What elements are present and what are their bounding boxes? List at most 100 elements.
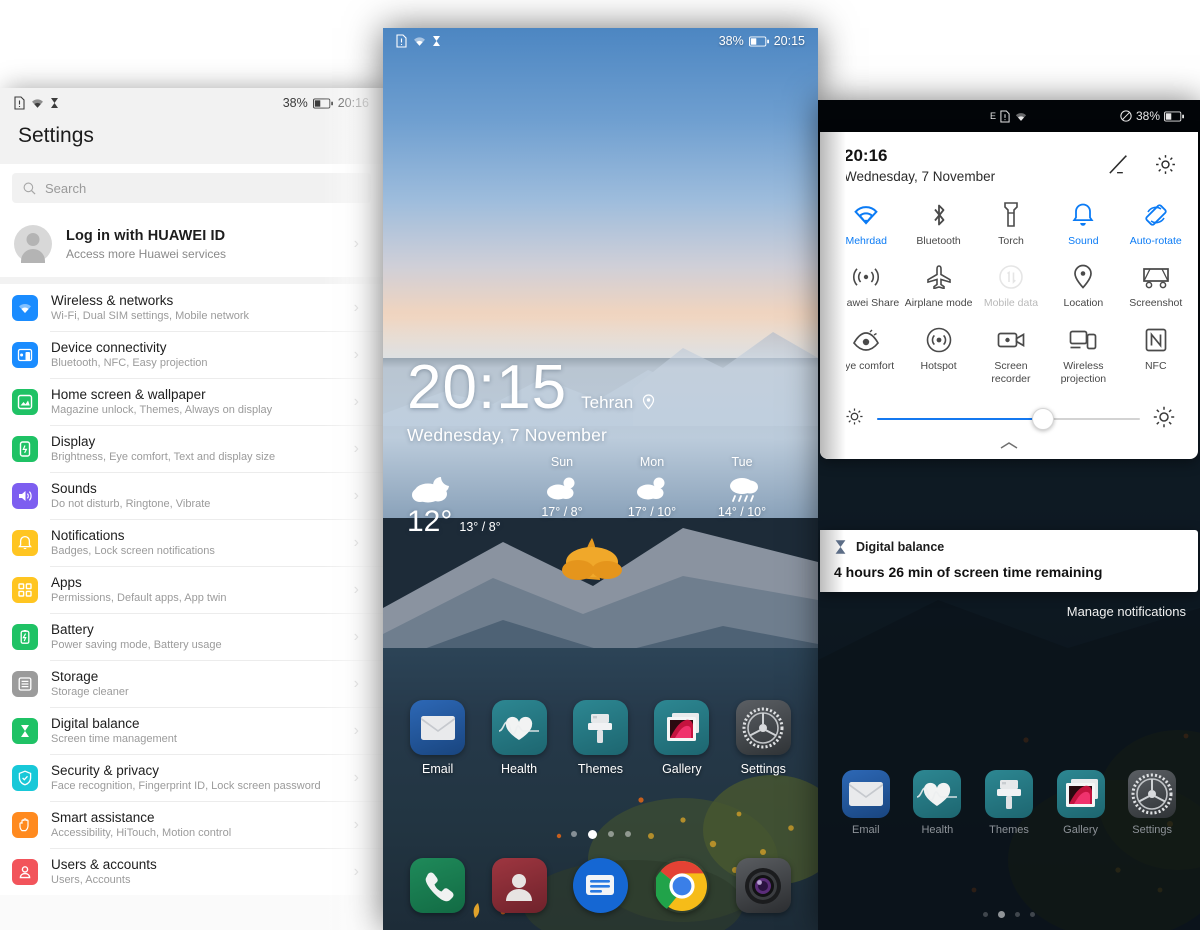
page-dot[interactable]: [983, 912, 988, 917]
search-input[interactable]: Search: [12, 173, 371, 203]
chevron-right-icon: ›: [353, 298, 359, 316]
gear-icon[interactable]: [1153, 152, 1178, 182]
qs-toggle-bluetooth[interactable]: Bluetooth: [902, 194, 974, 257]
page-dot[interactable]: [587, 829, 597, 839]
qs-toggle-wireless-projection[interactable]: Wireless projection: [1047, 319, 1119, 395]
display-icon: [12, 435, 38, 462]
qs-toggle-huawei-share[interactable]: Huawei Share: [830, 256, 902, 319]
page-dot[interactable]: [624, 831, 631, 837]
qs-page-indicator[interactable]: [818, 911, 1200, 918]
clock-time: 20 : 15 Tehran: [407, 357, 655, 418]
email-icon: [841, 770, 890, 818]
app-icon-messages[interactable]: [564, 858, 636, 913]
app-icon-health[interactable]: Health: [905, 770, 969, 836]
page-dot[interactable]: [1030, 912, 1035, 917]
wireless-projection-icon: [1049, 326, 1117, 354]
home-app-row: Email Health Themes Gallery Settings: [383, 700, 818, 776]
qs-toggle-mobile-data[interactable]: Mobile data: [975, 256, 1047, 319]
weather-current-temp: 12°: [407, 505, 453, 538]
weather-widget[interactable]: 12° 13° / 8° Sun 17° / 8° Mon 17° / 10° Tue 1…: [407, 455, 787, 539]
email-icon: [410, 700, 466, 755]
settings-row-text: Device connectivity Bluetooth, NFC, Easy …: [51, 340, 208, 369]
page-dot[interactable]: [1015, 912, 1020, 917]
expand-handle[interactable]: [820, 438, 1198, 453]
app-icon-email[interactable]: Email: [402, 700, 474, 776]
settings-row-subtitle: Do not disturb, Ringtone, Vibrate: [51, 498, 211, 510]
app-icon-gallery[interactable]: Gallery: [1049, 770, 1113, 836]
screenshot-root: 38% 20:16 Settings Search Log in with HU…: [0, 0, 1200, 930]
forecast-range: 14° / 10°: [717, 505, 767, 519]
settings-row-users-accounts[interactable]: Users & accounts Users, Accounts ›: [0, 848, 383, 895]
qs-toggle-location[interactable]: Location: [1047, 256, 1119, 319]
search-icon: [23, 182, 36, 194]
page-dot[interactable]: [607, 831, 614, 837]
chevron-right-icon: ›: [353, 815, 359, 833]
app-label: Themes: [577, 762, 624, 776]
settings-row-wireless-networks[interactable]: Wireless & networks Wi-Fi, Dual SIM setti…: [0, 284, 383, 331]
app-icon-camera[interactable]: [727, 858, 799, 913]
partly-cloudy-icon: [607, 471, 697, 505]
settings-row-sounds[interactable]: Sounds Do not disturb, Ringtone, Vibrate ›: [0, 472, 383, 519]
settings-row-device-connectivity[interactable]: Device connectivity Bluetooth, NFC, Easy …: [0, 331, 383, 378]
settings-row-text: Home screen & wallpaper Magazine unlock, …: [51, 387, 272, 416]
home-screen-panel: 38% 20:15 20 : 15 Tehran Wednesday, 7 No…: [383, 28, 818, 930]
wifi-icon: [32, 99, 43, 108]
location-pin-icon: [642, 394, 654, 410]
page-dot[interactable]: [998, 911, 1005, 918]
brightness-slider[interactable]: [877, 408, 1140, 431]
settings-row-display[interactable]: Display Brightness, Eye comfort, Text and…: [0, 425, 383, 472]
clock-widget[interactable]: 20 : 15 Tehran Wednesday, 7 November: [407, 357, 655, 446]
settings-row-title: Battery: [51, 622, 94, 637]
qs-toggle-label: Auto-rotate: [1129, 234, 1182, 247]
qs-toggle-screen-recorder[interactable]: Screen recorder: [975, 319, 1047, 395]
page-dot[interactable]: [570, 831, 577, 837]
qs-toggle-airplane-mode[interactable]: Airplane mode: [902, 256, 974, 319]
sim-alert-icon: [14, 96, 25, 110]
e-icon: E: [989, 111, 996, 121]
app-icon-phone[interactable]: [402, 858, 474, 913]
huawei-id-row[interactable]: Log in with HUAWEI ID Access more Huawei…: [0, 213, 383, 277]
qs-toggle-hotspot[interactable]: Hotspot: [902, 319, 974, 395]
qs-toggle-label: NFC: [1144, 360, 1167, 373]
notification-card[interactable]: Digital balance 4 hours 26 min of screen…: [820, 530, 1198, 592]
qs-app-row: Email Health Themes Gallery Settings: [818, 770, 1200, 836]
settings-row-notifications[interactable]: Notifications Badges, Lock screen notific…: [0, 519, 383, 566]
settings-row-storage[interactable]: Storage Storage cleaner ›: [0, 660, 383, 707]
qs-toggle-auto-rotate[interactable]: Auto-rotate: [1120, 194, 1192, 257]
edit-icon[interactable]: [1106, 152, 1131, 182]
qs-toggle-eye-comfort[interactable]: Eye comfort: [830, 319, 902, 395]
settings-row-smart-assistance[interactable]: Smart assistance Accessibility, HiTouch, …: [0, 801, 383, 848]
manage-notifications-link[interactable]: Manage notifications: [1067, 604, 1186, 619]
mobile-data-icon: [977, 263, 1045, 291]
app-icon-chrome[interactable]: [646, 858, 718, 913]
qs-toggle-mehrdad[interactable]: Mehrdad: [830, 194, 902, 257]
app-icon-health[interactable]: Health: [483, 700, 555, 776]
app-icon-gallery[interactable]: Gallery: [646, 700, 718, 776]
app-icon-themes[interactable]: Themes: [977, 770, 1041, 836]
slider-knob[interactable]: [1031, 408, 1054, 431]
qs-toggle-torch[interactable]: Torch: [975, 194, 1047, 257]
qs-toggle-label: Sound: [1068, 234, 1099, 247]
brightness-low-icon: [844, 406, 865, 432]
app-label: Themes: [989, 824, 1029, 836]
qs-toggle-screenshot[interactable]: Screenshot: [1120, 256, 1192, 319]
settings-row-apps[interactable]: Apps Permissions, Default apps, App twin ›: [0, 566, 383, 613]
settings-row-digital-balance[interactable]: Digital balance Screen time management ›: [0, 707, 383, 754]
settings-row-home-screen-wallpaper[interactable]: Home screen & wallpaper Magazine unlock, …: [0, 378, 383, 425]
qs-toggle-label: Location: [1063, 297, 1104, 310]
forecast-day-label: Mon: [639, 455, 665, 469]
settings-row-title: Device connectivity: [51, 340, 167, 355]
qs-toggle-sound[interactable]: Sound: [1047, 194, 1119, 257]
app-icon-email[interactable]: Email: [834, 770, 898, 836]
settings-row-security-privacy[interactable]: Security & privacy Face recognition, Fing…: [0, 754, 383, 801]
page-indicator[interactable]: [383, 829, 818, 839]
qs-toggle-nfc[interactable]: NFC: [1120, 319, 1192, 395]
chevron-right-icon: ›: [353, 486, 359, 504]
app-icon-themes[interactable]: Themes: [564, 700, 636, 776]
person-icon: [12, 858, 38, 885]
settings-row-battery[interactable]: Battery Power saving mode, Battery usage ›: [0, 613, 383, 660]
sim-alert-icon: [1000, 110, 1010, 122]
app-icon-settings[interactable]: Settings: [1120, 770, 1184, 836]
app-icon-contacts[interactable]: [483, 858, 555, 913]
app-icon-settings[interactable]: Settings: [727, 700, 799, 776]
